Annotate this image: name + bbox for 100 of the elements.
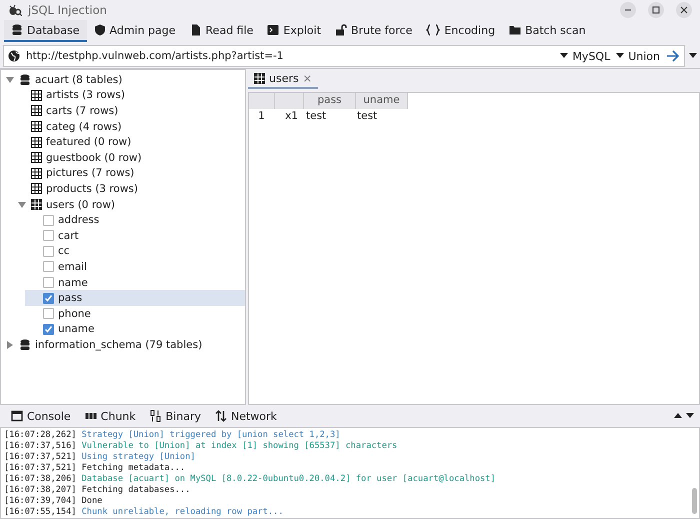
checkbox[interactable]	[43, 324, 54, 335]
minimize-button[interactable]	[620, 2, 636, 18]
tree-item[interactable]: guestbook (0 row)	[46, 152, 142, 164]
checkbox[interactable]	[43, 308, 54, 320]
console-icon	[11, 410, 23, 422]
checkbox[interactable]	[43, 246, 54, 257]
timestamp: [16:07:37,521]	[4, 452, 76, 462]
terminal-icon	[267, 24, 280, 36]
expander-icon[interactable]	[5, 340, 15, 349]
close-tab-button[interactable]: ×	[302, 72, 312, 84]
database-icon	[19, 338, 31, 351]
table-icon	[31, 90, 42, 101]
tree-item[interactable]: information_schema (79 tables)	[35, 338, 202, 351]
database-dropdown[interactable]: MySQL	[560, 50, 610, 62]
tab[interactable]: Binary	[144, 410, 206, 422]
tree-item[interactable]: featured (0 row)	[46, 136, 132, 148]
close-icon	[680, 6, 688, 14]
checkbox[interactable]	[43, 277, 54, 288]
maximize-icon	[652, 6, 660, 14]
tree-item[interactable]: pictures (7 rows)	[46, 167, 134, 180]
table-icon	[31, 183, 42, 194]
log-message: Database [acuart] on MySQL [8.0.22-0ubuntu0.20.04.2] for user [acuart@localhost]	[82, 474, 496, 484]
close-button[interactable]	[676, 2, 692, 18]
checkbox[interactable]	[43, 230, 54, 242]
column-header: pass	[304, 93, 356, 109]
expander-icon[interactable]	[17, 200, 27, 209]
checkbox[interactable]	[43, 214, 54, 226]
timestamp: [16:07:39,704]	[4, 496, 76, 506]
padlock-icon	[335, 24, 348, 36]
checkbox[interactable]	[43, 292, 54, 304]
table-icon	[31, 121, 42, 132]
table-icon	[31, 152, 42, 164]
log-message: Done	[82, 496, 102, 506]
tree-item[interactable]: carts (7 rows)	[46, 104, 118, 117]
log-message: Strategy [Union] triggered by [union select 1,2,3]	[82, 430, 340, 440]
table-icon	[31, 136, 42, 148]
table-icon	[31, 105, 42, 116]
tab[interactable]: Console	[6, 410, 76, 422]
tree-item[interactable]: uname	[58, 323, 94, 336]
table-cell-text: test	[356, 109, 378, 124]
log-message: Vulnerable to [Union] at index [1] showing [65537] characters	[82, 441, 398, 451]
run-arrow-icon[interactable]	[666, 50, 680, 62]
address-field[interactable]: http://testphp.vulnweb.com/artists.php?artist=-1 MySQL Union	[3, 45, 685, 67]
database-icon	[19, 74, 31, 86]
tab[interactable]: Admin page	[86, 20, 183, 42]
tab[interactable]: Encoding	[419, 20, 502, 42]
log-message: Fetching databases...	[82, 485, 190, 495]
result-tab[interactable]: users ×	[248, 69, 318, 89]
tab[interactable]: Brute force	[328, 20, 420, 42]
table-cell-text: 1	[257, 109, 266, 124]
folder-icon	[509, 24, 522, 36]
tree-item[interactable]: products (3 rows)	[46, 182, 138, 195]
tree-item[interactable]: phone	[58, 308, 91, 320]
column-header: uname	[356, 93, 408, 109]
tree-item[interactable]: cart	[58, 230, 79, 242]
bug-icon	[8, 4, 22, 16]
expander-icon[interactable]	[5, 76, 15, 84]
table-cell-text: test	[305, 109, 328, 124]
file-icon	[190, 24, 202, 36]
tab[interactable]: Database	[4, 20, 86, 42]
tab[interactable]: Network	[210, 410, 282, 422]
strategy-dropdown[interactable]: Union	[616, 50, 660, 62]
tree-item[interactable]: cc	[58, 245, 70, 258]
table-icon	[254, 72, 265, 84]
timestamp: [16:07:37,521]	[4, 463, 76, 473]
caret-icon	[560, 53, 568, 59]
database-icon	[11, 24, 23, 36]
tab[interactable]: Chunk	[80, 410, 141, 422]
braces-icon	[426, 24, 440, 36]
tab[interactable]: Exploit	[260, 20, 328, 42]
grid-icon	[84, 410, 97, 422]
tree-item[interactable]: artists (3 rows)	[46, 89, 125, 102]
tab[interactable]: Read file	[182, 20, 260, 42]
tree-item[interactable]: pass	[58, 292, 82, 304]
window-title: jSQL Injection	[28, 3, 107, 17]
up-down-arrows-icon	[215, 410, 227, 422]
tree-item[interactable]: email	[58, 260, 87, 273]
caret-icon[interactable]	[689, 53, 697, 59]
caret-icon	[616, 53, 624, 59]
tree-item[interactable]: name	[58, 276, 88, 289]
log-message: Fetching metadata...	[82, 463, 186, 473]
tree-item[interactable]: users (0 row)	[46, 198, 116, 211]
tree-item[interactable]: acuart (8 tables)	[35, 74, 122, 86]
log-message: Using strategy [Union]	[82, 452, 196, 462]
tree-item[interactable]: address	[58, 214, 100, 226]
up-caret-icon[interactable]	[674, 413, 682, 419]
caret-icon[interactable]	[686, 413, 694, 419]
timestamp: [16:07:28,262]	[4, 430, 76, 440]
tree-item[interactable]: categ (4 rows)	[46, 120, 122, 133]
checkbox[interactable]	[43, 261, 54, 272]
table-cell-text: x1	[284, 109, 299, 124]
table-icon	[31, 199, 42, 210]
scrollbar[interactable]	[692, 488, 697, 514]
timestamp: [16:07:37,516]	[4, 441, 76, 451]
maximize-button[interactable]	[648, 2, 664, 18]
timestamp: [16:07:38,207]	[4, 485, 76, 495]
timestamp: [16:07:55,154]	[4, 507, 76, 517]
shield-icon	[94, 24, 106, 36]
tab[interactable]: Batch scan	[502, 20, 593, 42]
timestamp: [16:07:38,206]	[4, 474, 76, 484]
